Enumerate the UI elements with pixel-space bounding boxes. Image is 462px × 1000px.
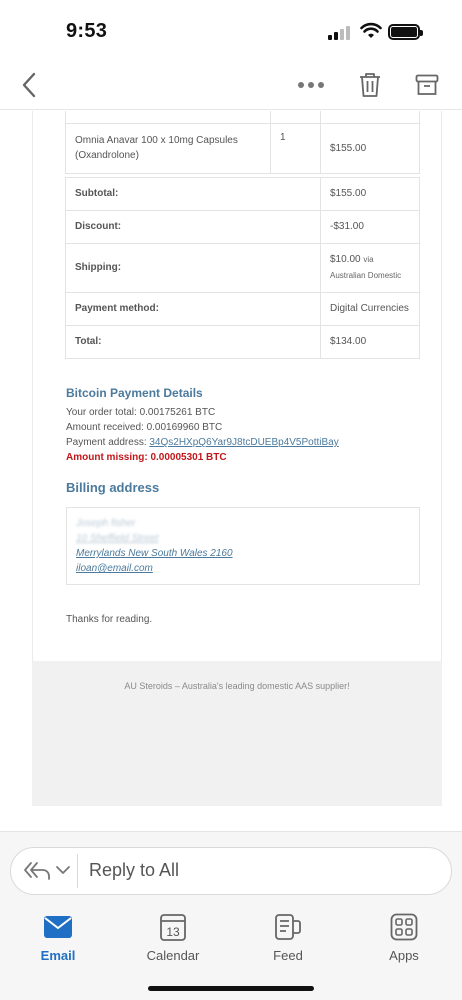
tab-email[interactable]: Email [18,910,98,963]
delete-button[interactable] [353,68,387,102]
total-row: Total: $134.00 [65,324,420,359]
tab-bar: Email 13 Calendar Feed Apps [0,910,462,970]
btc-amount-missing: Amount missing: 0.00005301 BTC [66,452,227,463]
table-header-row [65,111,420,124]
bottom-bar: Reply to All Email 13 Calendar Feed Apps [0,831,462,1000]
message-toolbar [0,60,462,110]
tab-email-label: Email [40,948,76,963]
reply-divider [77,854,78,888]
btc-amount-received: Amount received: 0.00169960 BTC [66,422,223,433]
screen: 9:53 Omnia Anavar 100 x 10mg Capsules (O… [0,0,462,1000]
billing-email-link[interactable]: iloan@email.com [76,561,410,576]
btc-payment-address: Payment address: 34Qs2HXpQ6Yar9J8tcDUEBp… [66,435,339,450]
btc-address-link[interactable]: 34Qs2HXpQ6Yar9J8tcDUEBp4V5PottiBay [149,437,338,448]
discount-value: -$31.00 [320,209,420,244]
trash-icon [360,73,380,97]
svg-text:13: 13 [166,925,180,939]
wifi-icon [360,22,382,38]
tab-feed-label: Feed [273,948,303,963]
subtotal-label: Subtotal: [65,176,321,211]
payment-method-label: Payment method: [65,291,321,326]
calendar-icon: 13 [160,914,186,941]
reply-options[interactable] [23,859,71,881]
tab-apps[interactable]: Apps [364,910,444,963]
chevron-down-icon [56,866,70,874]
bitcoin-section-title: Bitcoin Payment Details [66,386,203,400]
discount-row: Discount: -$31.00 [65,209,420,244]
shipping-method: Australian Domestic [330,270,402,280]
reply-all-icon [24,862,50,880]
billing-street[interactable]: 10 Sheffield Street [76,531,410,546]
home-indicator [148,986,314,991]
feed-icon [275,914,301,940]
billing-city[interactable]: Merrylands New South Wales 2160 [76,546,410,561]
email-footer: AU Steroids – Australia's leading domest… [32,661,442,806]
cellular-signal-icon [328,26,350,40]
total-value: $134.00 [320,324,420,359]
btc-address-label: Payment address: [66,437,150,448]
shipping-row: Shipping: $10.00 via Australian Domestic [65,242,420,293]
billing-address-box: Joseph fisher 10 Sheffield Street Merryl… [66,507,420,585]
tab-feed[interactable]: Feed [248,910,328,963]
billing-address-title: Billing address [66,480,160,495]
btc-order-total: Your order total: 0.00175261 BTC [66,407,216,418]
subtotal-row: Subtotal: $155.00 [65,176,420,211]
billing-name: Joseph fisher [76,518,136,529]
chevron-left-icon [22,72,36,98]
back-button[interactable] [12,68,46,102]
shipping-value: $10.00 via Australian Domestic [320,242,420,293]
reply-all-bar[interactable]: Reply to All [10,847,452,895]
total-label: Total: [65,324,321,359]
order-item-row: Omnia Anavar 100 x 10mg Capsules (Oxandr… [65,122,420,174]
status-time: 9:53 [66,20,108,42]
subtotal-value: $155.00 [320,176,420,211]
shipping-amount: $10.00 [330,253,361,265]
status-bar: 9:53 [0,0,462,60]
tab-apps-label: Apps [389,948,419,963]
shipping-via: via [363,254,374,264]
more-dots-icon [298,82,324,88]
item-price: $155.00 [320,122,420,174]
payment-method-value: Digital Currencies [320,291,420,326]
reply-all-label: Reply to All [89,860,180,880]
email-body: Omnia Anavar 100 x 10mg Capsules (Oxandr… [0,111,462,831]
apps-grid-icon [390,913,418,941]
thanks-text: Thanks for reading. [66,614,153,625]
battery-icon [388,24,423,40]
email-icon [44,916,72,938]
discount-label: Discount: [65,209,321,244]
shipping-label: Shipping: [65,242,321,293]
item-product: Omnia Anavar 100 x 10mg Capsules (Oxandr… [65,122,271,174]
archive-button[interactable] [410,68,444,102]
tab-calendar[interactable]: 13 Calendar [133,910,213,963]
tab-calendar-label: Calendar [146,948,200,963]
archive-icon [415,74,439,95]
payment-method-row: Payment method: Digital Currencies [65,291,420,326]
footer-text: AU Steroids – Australia's leading domest… [124,681,350,691]
bitcoin-details: Your order total: 0.00175261 BTC Amount … [66,405,339,465]
more-options-button[interactable] [294,68,328,102]
order-table: Omnia Anavar 100 x 10mg Capsules (Oxandr… [65,111,420,359]
item-quantity: 1 [270,122,321,174]
